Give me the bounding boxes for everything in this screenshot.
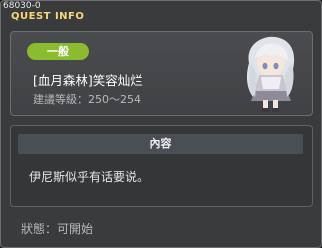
quest-info-window: 68030-0 QUEST INFO 一般 [血月森林]笑容灿烂 建議等級：25… bbox=[0, 0, 322, 248]
npc-portrait-image bbox=[246, 36, 295, 112]
recommended-level: 建議等級：250～254 bbox=[33, 93, 141, 106]
window-title: QUEST INFO bbox=[11, 11, 85, 22]
quest-status: 狀態：可開始 bbox=[21, 222, 94, 236]
quest-category-badge: 一般 bbox=[27, 43, 89, 60]
quest-header-panel: 一般 [血月森林]笑容灿烂 建議等級：250～254 bbox=[10, 31, 313, 116]
quest-id-label: 68030-0 bbox=[3, 1, 41, 11]
content-header: 內容 bbox=[18, 134, 303, 154]
title-bar[interactable]: QUEST INFO bbox=[1, 11, 321, 25]
quest-name: [血月森林]笑容灿烂 bbox=[33, 73, 143, 88]
content-text: 伊尼斯似乎有话要说。 bbox=[29, 170, 150, 184]
quest-content-panel: 內容 伊尼斯似乎有话要说。 bbox=[10, 125, 313, 207]
